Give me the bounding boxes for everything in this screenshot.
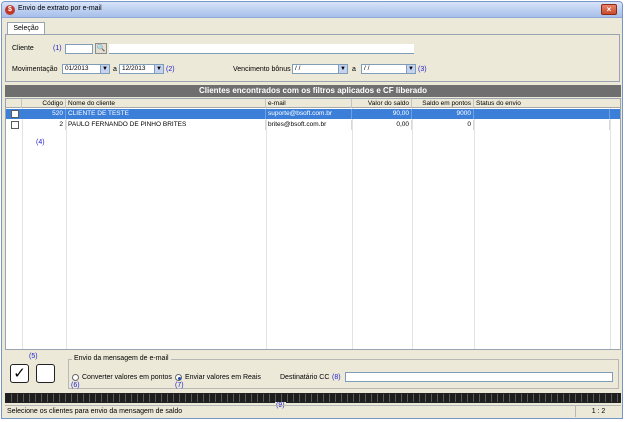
row-checkbox[interactable] <box>11 121 19 129</box>
progress-bar <box>5 393 621 403</box>
grid-line <box>66 108 67 349</box>
col-pontos[interactable]: Saldo em pontos <box>412 99 474 108</box>
venc-from-value: / / <box>295 65 301 72</box>
venc-marker: (3) <box>418 66 427 73</box>
cell-codigo: 520 <box>22 109 66 119</box>
grid-line <box>22 108 23 349</box>
actions-marker: (5) <box>29 353 38 360</box>
mov-from-select[interactable]: 01/2013 ▼ <box>62 64 110 74</box>
mov-separator: a <box>113 66 117 73</box>
cliente-marker: (1) <box>53 45 62 52</box>
filter-panel: Cliente (1) 🔍 Movimentação 01/2013 ▼ a 1… <box>5 34 620 82</box>
mov-from-value: 01/2013 <box>65 65 89 72</box>
col-nome[interactable]: Nome do cliente <box>66 99 266 108</box>
venc-to-select[interactable]: / / ▼ <box>361 64 416 74</box>
check-all-button[interactable]: ✓ <box>10 364 29 383</box>
venc-to-value: / / <box>364 65 370 72</box>
checkmark-icon: ✓ <box>13 365 26 382</box>
cell-pontos: 0 <box>412 120 474 130</box>
table-row[interactable]: 520 CLIENTE DE TESTE suporte@bsoft.com.b… <box>6 109 620 119</box>
cc-email-input[interactable] <box>345 372 613 382</box>
cell-email: suporte@bsoft.com.br <box>266 109 352 119</box>
grid-line <box>352 108 353 349</box>
status-page-indicator: 1 : 2 <box>575 406 621 417</box>
cliente-code-input[interactable] <box>65 44 93 54</box>
grid-line <box>412 108 413 349</box>
app-window: $ Envio de extrato por e-mail × Seleção … <box>1 1 623 419</box>
search-icon: 🔍 <box>96 45 106 52</box>
chevron-down-icon[interactable]: ▼ <box>154 65 163 73</box>
chevron-down-icon[interactable]: ▼ <box>338 65 347 73</box>
uncheck-all-button[interactable] <box>36 364 55 383</box>
radio-enviar-reais[interactable] <box>175 374 182 381</box>
grid-line <box>474 108 475 349</box>
grid-title: Clientes encontrados com os filtros apli… <box>5 85 621 97</box>
col-codigo[interactable]: Código <box>22 99 66 108</box>
mov-marker: (2) <box>166 66 175 73</box>
option-reais-marker: (7) <box>175 382 184 389</box>
chevron-down-icon[interactable]: ▼ <box>406 65 415 73</box>
title-bar: $ Envio de extrato por e-mail × <box>2 2 622 18</box>
mov-to-select[interactable]: 12/2013 ▼ <box>119 64 164 74</box>
col-status[interactable]: Status do envio <box>474 99 610 108</box>
cell-status <box>474 120 610 130</box>
search-client-button[interactable]: 🔍 <box>95 43 107 54</box>
cell-status <box>474 109 610 119</box>
email-options-title: Envio da mensagem de e-mail <box>72 355 171 362</box>
grid-column-headers: Código Nome do cliente e-mail Valor do s… <box>6 99 620 108</box>
col-check <box>6 99 22 108</box>
cell-nome: CLIENTE DE TESTE <box>66 109 266 119</box>
cell-valor: 90,00 <box>352 109 412 119</box>
venc-separator: a <box>352 66 356 73</box>
cell-valor: 0,00 <box>352 120 412 130</box>
row-checkbox[interactable] <box>11 110 19 118</box>
option-reais-label[interactable]: Enviar valores em Reais <box>185 374 261 381</box>
status-text: Selecione os clientes para envio da mens… <box>7 408 183 415</box>
cc-marker: (8) <box>332 374 341 381</box>
table-row[interactable]: 2 PAULO FERNANDO DE PINHO BRITES brites@… <box>6 120 620 130</box>
close-button[interactable]: × <box>601 4 617 15</box>
cell-email: brites@bsoft.com.br <box>266 120 352 130</box>
radio-converter-pontos[interactable] <box>72 374 79 381</box>
option-points-label[interactable]: Converter valores em pontos <box>82 374 172 381</box>
grid-line <box>610 108 611 349</box>
option-points-marker: (6) <box>71 382 80 389</box>
col-email[interactable]: e-mail <box>266 99 352 108</box>
grid-line <box>266 108 267 349</box>
cell-codigo: 2 <box>22 120 66 130</box>
movimentacao-label: Movimentação <box>12 66 58 73</box>
mov-to-value: 12/2013 <box>122 65 146 72</box>
grid-marker: (4) <box>36 139 45 146</box>
cliente-label: Cliente <box>12 45 34 52</box>
cell-nome: PAULO FERNANDO DE PINHO BRITES <box>66 120 266 130</box>
window-title: Envio de extrato por e-mail <box>18 5 102 12</box>
venc-from-select[interactable]: / / ▼ <box>292 64 348 74</box>
status-bar: Selecione os clientes para envio da mens… <box>5 405 621 417</box>
cell-pontos: 9000 <box>412 109 474 119</box>
clients-grid: Código Nome do cliente e-mail Valor do s… <box>5 98 621 350</box>
app-icon: $ <box>5 5 15 15</box>
col-valor[interactable]: Valor do saldo <box>352 99 412 108</box>
email-options-group: Envio da mensagem de e-mail Converter va… <box>68 355 619 389</box>
chevron-down-icon[interactable]: ▼ <box>100 65 109 73</box>
vencimento-label: Vencimento bônus <box>233 66 291 73</box>
cc-label: Destinatário CC <box>280 374 330 381</box>
cliente-name-field[interactable] <box>109 44 414 54</box>
